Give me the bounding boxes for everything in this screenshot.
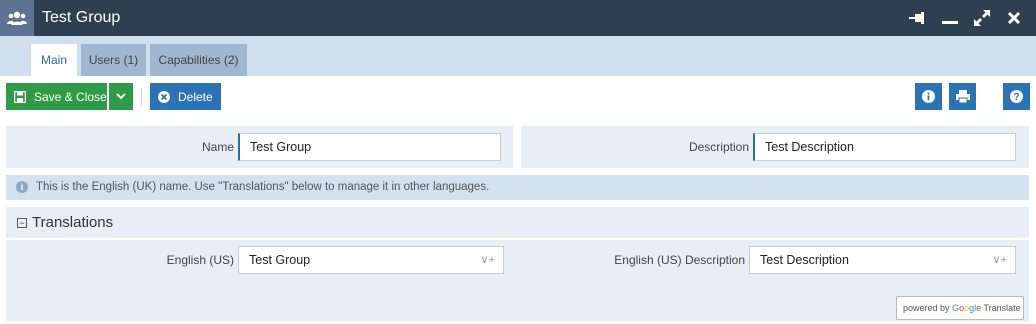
tab-main[interactable]: Main xyxy=(31,44,77,76)
save-icon xyxy=(14,90,26,103)
translation-name-value: Test Group xyxy=(249,253,311,267)
gt-suffix: Translate xyxy=(983,303,1021,313)
tab-users[interactable]: Users (1) xyxy=(81,44,146,76)
close-icon[interactable] xyxy=(1003,8,1025,28)
translation-name-label: English (US) xyxy=(166,253,234,267)
translation-description-select[interactable]: Test Description ∨+ xyxy=(749,246,1016,274)
minimize-icon[interactable] xyxy=(939,8,961,28)
pin-icon[interactable] xyxy=(907,8,929,28)
google-logo: Google xyxy=(952,303,982,313)
translations-title: Translations xyxy=(32,214,114,231)
save-close-label: Save & Close xyxy=(34,89,107,104)
translation-description-value: Test Description xyxy=(760,253,849,267)
info-circle-icon: i xyxy=(16,181,28,193)
delete-icon xyxy=(158,90,170,103)
maximize-icon[interactable] xyxy=(971,8,993,28)
print-icon xyxy=(955,90,970,103)
delete-button[interactable]: Delete xyxy=(150,83,221,110)
save-close-button[interactable]: Save & Close xyxy=(6,83,107,110)
help-button[interactable]: ? xyxy=(1003,83,1030,110)
help-icon: ? xyxy=(1010,90,1023,103)
description-label: Description xyxy=(688,140,749,154)
window-title: Test Group xyxy=(42,9,121,26)
collapse-icon[interactable]: − xyxy=(17,218,27,228)
name-input[interactable]: Test Group xyxy=(238,133,501,161)
translations-header[interactable]: − Translations xyxy=(6,207,1029,239)
translation-description-label: English (US) Description xyxy=(614,253,745,267)
translation-name-select[interactable]: Test Group ∨+ xyxy=(238,246,504,274)
info-message: This is the English (UK) name. Use "Tran… xyxy=(36,181,490,193)
toolbar-divider xyxy=(141,88,142,105)
description-input[interactable]: Test Description xyxy=(753,133,1016,161)
tab-strip: Main Users (1) Capabilities (2) xyxy=(0,36,1036,76)
delete-label: Delete xyxy=(178,89,213,104)
chevron-plus-icon: ∨+ xyxy=(480,254,495,266)
title-bar: Test Group xyxy=(0,0,1036,36)
tab-capabilities[interactable]: Capabilities (2) xyxy=(150,44,247,76)
google-translate-badge[interactable]: powered by Google Translate xyxy=(896,296,1024,320)
users-group-icon xyxy=(0,0,34,36)
info-icon xyxy=(922,90,935,103)
chevron-down-icon xyxy=(116,93,126,100)
info-message-bar: i This is the English (UK) name. Use "Tr… xyxy=(6,175,1029,200)
svg-text:?: ? xyxy=(1013,92,1019,103)
name-label: Name xyxy=(201,140,234,154)
info-button[interactable] xyxy=(915,83,942,110)
gt-prefix: powered by xyxy=(903,303,950,313)
chevron-plus-icon: ∨+ xyxy=(992,254,1007,266)
save-options-dropdown[interactable] xyxy=(109,83,133,110)
print-button[interactable] xyxy=(949,83,976,110)
